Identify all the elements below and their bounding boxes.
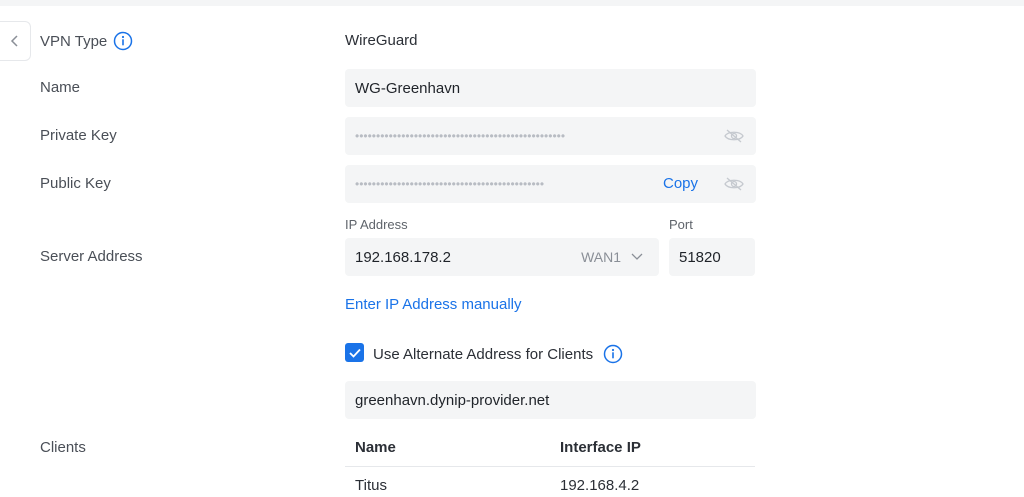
checkmark-icon: [348, 348, 361, 358]
public-key-masked: ••••••••••••••••••••••••••••••••••••••••…: [355, 177, 545, 191]
client-name: Titus: [355, 477, 387, 494]
vpn-type-value: WireGuard: [345, 32, 418, 49]
port-input[interactable]: 51820: [669, 238, 755, 276]
eye-hidden-icon[interactable]: [724, 129, 744, 143]
copy-button[interactable]: Copy: [663, 175, 698, 192]
eye-hidden-icon[interactable]: [724, 177, 744, 191]
alternate-address-label: Use Alternate Address for Clients: [373, 345, 594, 363]
ip-address-select[interactable]: 192.168.178.2 WAN1: [345, 238, 659, 276]
alternate-address-value: greenhavn.dynip-provider.net: [355, 391, 550, 409]
private-key-label: Private Key: [40, 127, 117, 144]
port-value: 51820: [679, 248, 721, 266]
clients-label: Clients: [40, 439, 86, 456]
alternate-address-input[interactable]: greenhavn.dynip-provider.net: [345, 381, 756, 419]
info-icon[interactable]: [113, 31, 133, 51]
chevron-left-icon: [10, 35, 18, 47]
info-icon[interactable]: [603, 344, 623, 364]
alternate-address-row: Use Alternate Address for Clients: [373, 344, 623, 364]
ip-address-value: 192.168.178.2: [355, 248, 451, 266]
clients-table-header: Name Interface IP: [345, 430, 755, 467]
column-header-interface-ip: Interface IP: [560, 439, 641, 456]
interface-value: WAN1: [581, 249, 621, 265]
vpn-type-row-label: VPN Type: [40, 31, 133, 51]
column-header-name: Name: [355, 439, 396, 456]
port-label: Port: [669, 217, 693, 232]
server-address-label: Server Address: [40, 248, 143, 265]
private-key-field[interactable]: ••••••••••••••••••••••••••••••••••••••••…: [345, 117, 756, 155]
chevron-down-icon: [631, 253, 643, 260]
name-label: Name: [40, 79, 81, 96]
enter-ip-manually-link[interactable]: Enter IP Address manually: [345, 296, 521, 313]
back-button[interactable]: [0, 21, 31, 61]
public-key-field[interactable]: ••••••••••••••••••••••••••••••••••••••••…: [345, 165, 756, 203]
name-input[interactable]: WG-Greenhavn: [345, 69, 756, 107]
name-input-value: WG-Greenhavn: [355, 79, 461, 97]
top-divider: [0, 0, 1024, 6]
client-ip: 192.168.4.2: [560, 477, 640, 494]
table-row[interactable]: Titus 192.168.4.2: [345, 467, 755, 497]
ip-address-label: IP Address: [345, 217, 408, 232]
public-key-label: Public Key: [40, 175, 111, 192]
alternate-address-checkbox[interactable]: [345, 343, 364, 362]
vpn-type-label: VPN Type: [40, 32, 108, 50]
private-key-masked: ••••••••••••••••••••••••••••••••••••••••…: [355, 129, 566, 143]
